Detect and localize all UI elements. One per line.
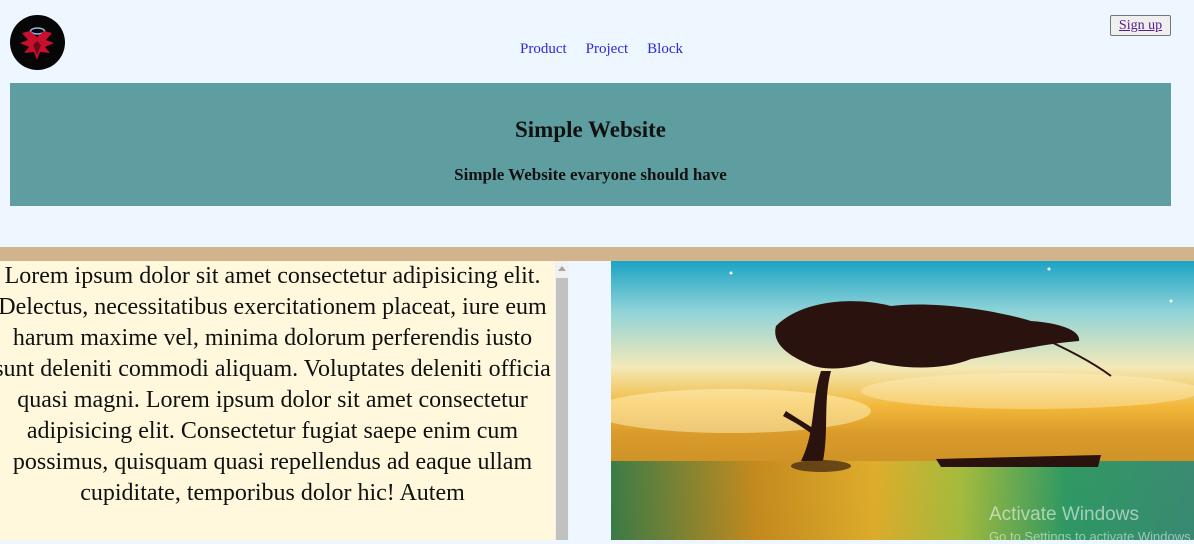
scrollbar-thumb[interactable] bbox=[556, 278, 568, 540]
nav-link-project[interactable]: Project bbox=[586, 41, 629, 58]
lorem-paragraph: Lorem ipsum dolor sit amet consectetur a… bbox=[0, 263, 551, 506]
signup-button[interactable]: Sign up bbox=[1110, 15, 1171, 36]
scroll-up-arrow-icon[interactable] bbox=[558, 266, 566, 271]
phoenix-logo-icon bbox=[20, 27, 54, 60]
banner-title: Simple Website bbox=[514, 117, 666, 142]
windows-activation-hint: Go to Settings to activate Windows. bbox=[989, 529, 1194, 544]
top-nav: Product Project Block bbox=[520, 41, 683, 58]
logo bbox=[10, 15, 65, 70]
hero-banner: Simple Website Simple Website evaryone s… bbox=[10, 83, 1171, 206]
text-panel-scrollbar[interactable] bbox=[555, 261, 569, 540]
windows-activation-watermark: Activate Windows bbox=[989, 504, 1139, 525]
divider-stripe bbox=[0, 247, 1194, 261]
landscape-image bbox=[611, 261, 1194, 540]
text-panel[interactable]: Lorem ipsum dolor sit amet consectetur a… bbox=[0, 261, 555, 540]
banner-subtitle: Simple Website evaryone should have bbox=[454, 165, 727, 184]
nav-link-block[interactable]: Block bbox=[647, 41, 683, 58]
nav-link-product[interactable]: Product bbox=[520, 41, 567, 58]
tree-sunset-image bbox=[611, 261, 1194, 540]
